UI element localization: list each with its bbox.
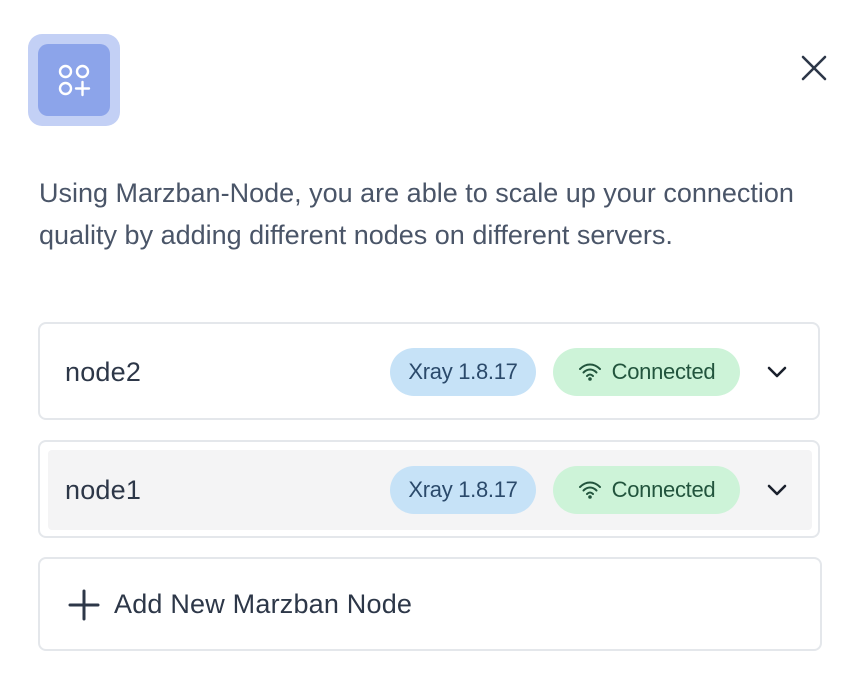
status-label: Connected [611, 359, 716, 384]
node-name: node1 [65, 474, 142, 505]
version-badge: Xray 1.8.17 [390, 348, 536, 396]
chevron-down-icon [767, 366, 787, 378]
chevron-down-icon [767, 484, 787, 496]
wifi-icon [578, 481, 601, 499]
version-badge: Xray 1.8.17 [390, 466, 536, 514]
expand-node-button[interactable] [762, 475, 792, 505]
modal-header-icon-inner [38, 44, 110, 116]
close-icon [801, 55, 827, 81]
node-row-node1[interactable]: node1 Xray 1.8.17 Connected [48, 450, 812, 530]
add-node-label: Add New Marzban Node [114, 588, 413, 619]
nodes-modal: Using Marzban-Node, you are able to scal… [0, 0, 856, 690]
status-label: Connected [611, 477, 716, 502]
add-node-button[interactable]: Add New Marzban Node [38, 557, 822, 651]
plus-icon [68, 589, 100, 621]
modal-description: Using Marzban-Node, you are able to scal… [39, 178, 794, 250]
node-card: node1 Xray 1.8.17 Connected [38, 440, 820, 538]
modal-header-icon-badge [28, 34, 120, 126]
node-grid-plus-icon [58, 64, 91, 97]
node-name: node2 [65, 356, 142, 387]
close-button[interactable] [792, 46, 836, 90]
wifi-icon [578, 363, 601, 381]
status-badge: Connected [553, 348, 740, 396]
node-card: node2 Xray 1.8.17 Connected [38, 322, 820, 420]
status-badge: Connected [553, 466, 740, 514]
node-row-node2[interactable]: node2 Xray 1.8.17 Connected [48, 332, 812, 412]
expand-node-button[interactable] [762, 357, 792, 387]
